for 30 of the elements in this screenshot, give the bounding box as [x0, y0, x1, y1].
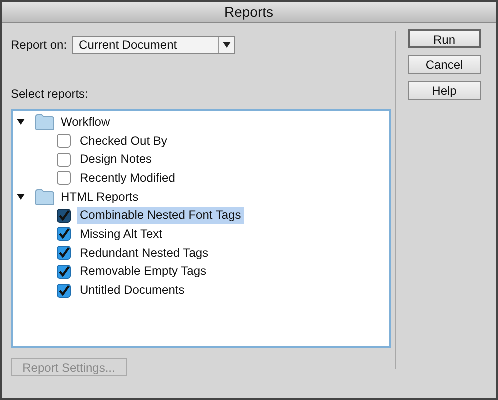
checkbox[interactable] — [57, 152, 71, 167]
report-on-dropdown[interactable]: Current Document — [72, 36, 236, 54]
dialog-button[interactable]: Cancel — [408, 55, 481, 74]
folder-icon — [35, 188, 55, 206]
report-item[interactable]: Redundant Nested Tags — [77, 244, 212, 262]
group-label: HTML Reports — [61, 189, 139, 206]
report-item[interactable]: Missing Alt Text — [77, 226, 166, 243]
dialog-button[interactable]: Run — [408, 29, 481, 48]
checkbox[interactable] — [57, 171, 71, 186]
select-reports-label: Select reports: — [11, 86, 90, 103]
dialog-button[interactable]: Help — [408, 81, 481, 100]
window-title: Reports — [224, 2, 274, 22]
checkbox[interactable] — [57, 284, 71, 298]
report-item[interactable]: Removable Empty Tags — [77, 263, 210, 280]
checkbox[interactable] — [57, 208, 71, 223]
report-item[interactable]: Untitled Documents — [77, 282, 188, 300]
group-label: Workflow — [61, 114, 110, 132]
expanded-triangle-icon[interactable] — [17, 193, 25, 202]
checkbox[interactable] — [57, 264, 71, 279]
report-item[interactable]: Checked Out By — [77, 132, 170, 150]
checkbox[interactable] — [57, 246, 71, 260]
folder-icon — [35, 114, 55, 131]
checkbox[interactable] — [57, 134, 71, 148]
report-item[interactable]: Combinable Nested Font Tags — [77, 207, 244, 224]
expanded-triangle-icon[interactable] — [17, 118, 25, 126]
dropdown-arrow-icon — [222, 42, 231, 48]
report-item[interactable]: Design Notes — [77, 151, 156, 168]
report-on-label: Report on: — [11, 37, 68, 54]
report-item[interactable]: Recently Modified — [77, 170, 178, 187]
checkbox[interactable] — [57, 227, 71, 242]
